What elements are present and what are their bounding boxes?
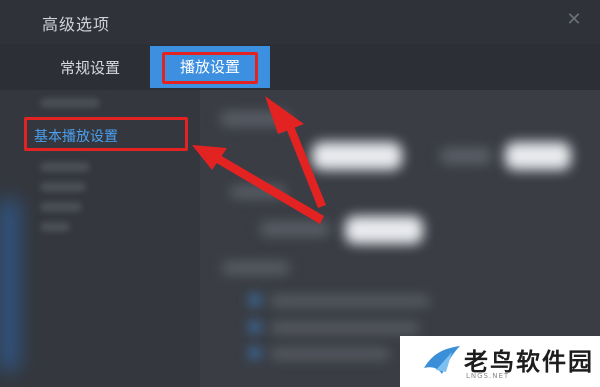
annotation-arrows — [192, 96, 326, 224]
watermark-sub: LNGS.NET — [466, 372, 510, 380]
bird-logo-icon — [424, 346, 460, 374]
watermark: 老鸟软件园 LNGS.NET — [400, 336, 600, 387]
